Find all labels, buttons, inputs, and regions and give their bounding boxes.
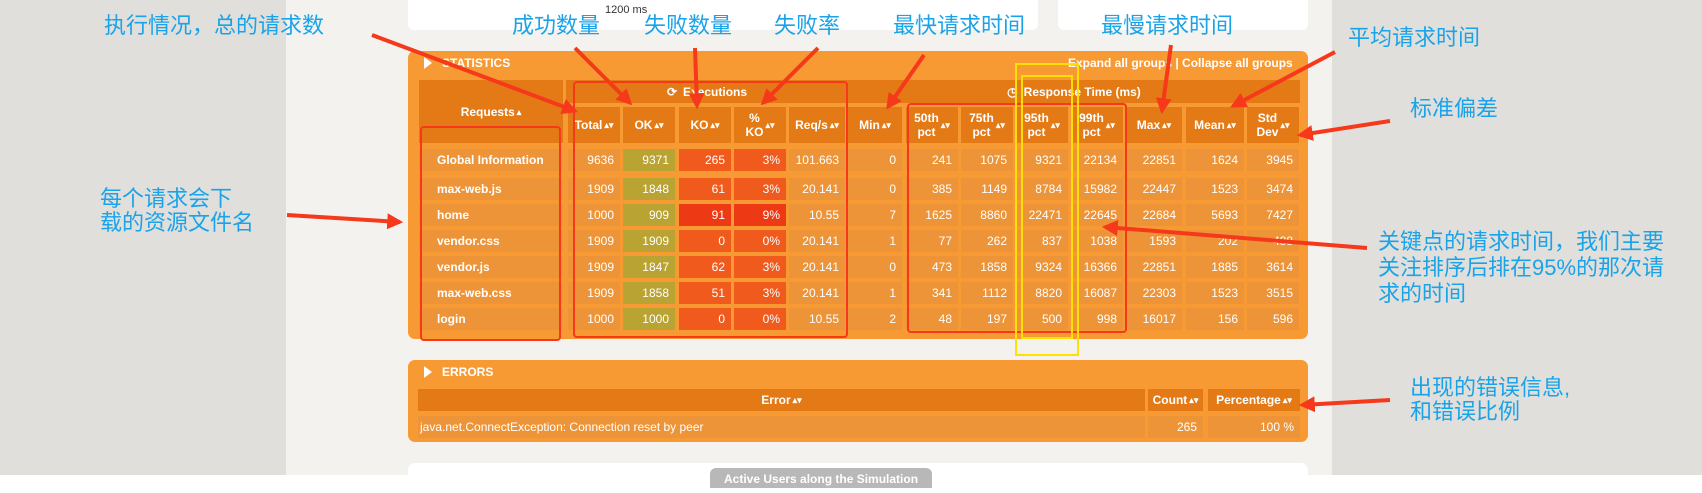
- annotation-min: 最快请求时间: [893, 13, 1026, 38]
- annotation-pct95-2: 关注排序后排在95%的那次请: [1378, 255, 1665, 280]
- annotation-mean: 平均请求时间: [1348, 25, 1481, 50]
- annotation-max: 最慢请求时间: [1101, 13, 1234, 38]
- annotation-ko-rate: 失败率: [774, 13, 841, 38]
- annotation-ko: 失败数量: [644, 13, 733, 38]
- annotation-filename-1: 每个请求会下: [100, 186, 233, 211]
- annotation-total: 执行情况，总的请求数: [104, 13, 325, 38]
- annotation-ok: 成功数量: [512, 13, 601, 38]
- annotation-errors-1: 出现的错误信息,: [1410, 375, 1571, 400]
- annotation-errors-2: 和错误比例: [1410, 399, 1521, 424]
- annotation-filename-2: 载的资源文件名: [100, 210, 255, 235]
- annotation-pct95-3: 求的时间: [1378, 281, 1467, 306]
- annotation-stddev: 标准偏差: [1410, 96, 1499, 121]
- annotation-pct95-1: 关键点的请求时间，我们主要: [1378, 229, 1665, 254]
